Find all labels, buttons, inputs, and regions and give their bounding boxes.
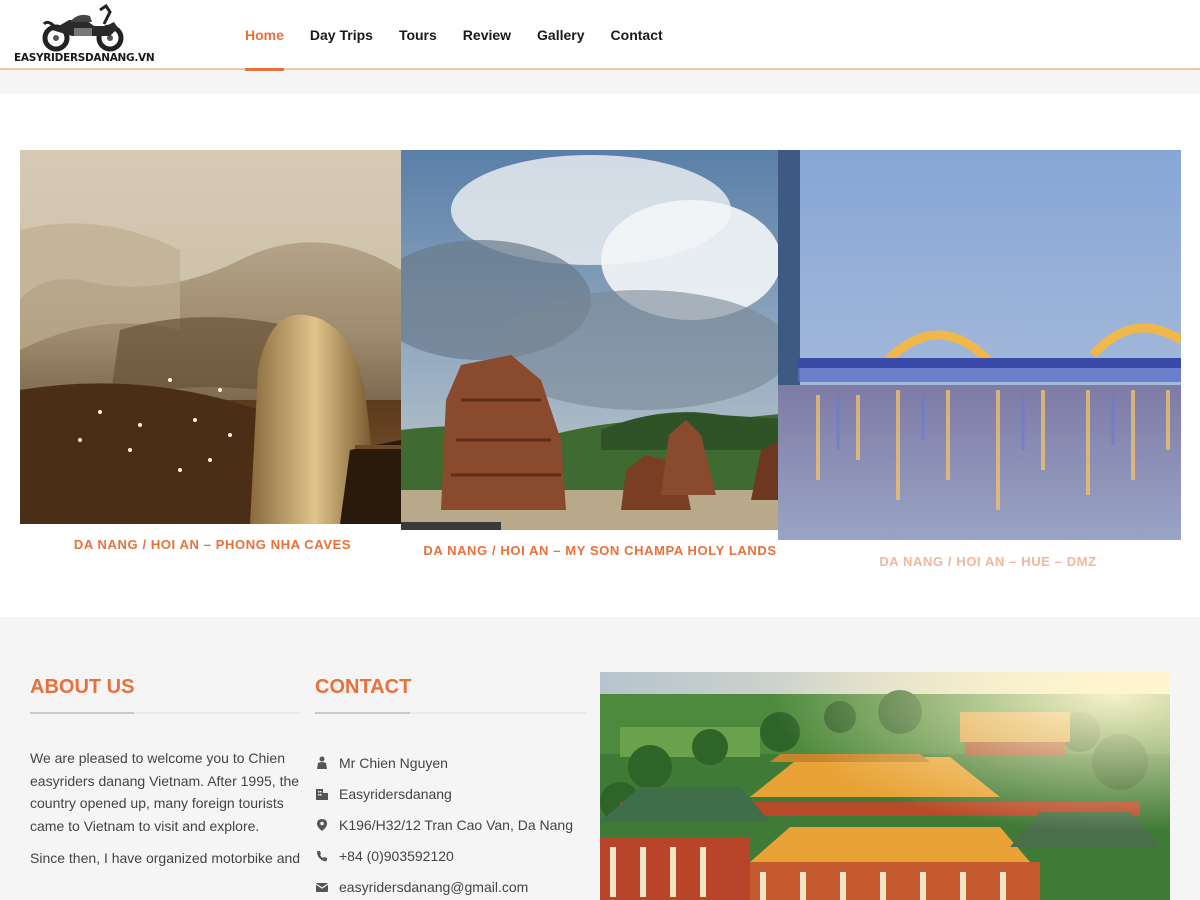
contact-address: K196/H32/12 Tran Cao Van, Da Nang [339, 816, 574, 833]
person-icon [315, 755, 339, 771]
site-logo[interactable]: EASYRIDERSDANANG.VN [14, 2, 155, 68]
site-footer: ABOUT US We are pleased to welcome you t… [0, 617, 1200, 900]
contact-row-name: Mr Chien Nguyen [315, 747, 595, 778]
cave-image [20, 150, 401, 524]
tour-card-phong-nha-caves[interactable] [20, 150, 401, 524]
dragon-bridge-image [778, 150, 1181, 540]
main-nav: Home Day Trips Tours Review Gallery Cont… [232, 0, 676, 71]
about-title-divider [30, 712, 300, 714]
about-paragraph: We are pleased to welcome you to Chien e… [30, 750, 300, 834]
about-title: ABOUT US [30, 676, 135, 698]
tour-card-my-son[interactable] [401, 150, 799, 530]
nav-item-review[interactable]: Review [450, 0, 524, 70]
map-pin-icon [315, 817, 339, 833]
contact-title-divider [315, 712, 587, 714]
contact-row-address: K196/H32/12 Tran Cao Van, Da Nang [315, 809, 595, 840]
hue-citadel-image [600, 672, 1170, 900]
temple-ruins-image [401, 150, 799, 530]
nav-item-contact[interactable]: Contact [598, 0, 676, 70]
nav-item-gallery[interactable]: Gallery [524, 0, 597, 70]
motorbike-icon [42, 3, 124, 52]
contact-phone[interactable]: +84 (0)903592120 [339, 848, 454, 864]
header-strip [0, 72, 1200, 94]
tour-label-my-son[interactable]: DA NANG / HOI AN – MY SON CHAMPA HOLY LA… [401, 543, 799, 558]
nav-item-home[interactable]: Home [232, 0, 297, 71]
about-text: We are pleased to welcome you to Chien e… [30, 747, 302, 880]
tour-label-phong-nha-caves[interactable]: DA NANG / HOI AN – PHONG NHA CAVES [20, 537, 405, 552]
contact-name: Mr Chien Nguyen [339, 754, 448, 771]
contact-title: CONTACT [315, 676, 412, 698]
contact-row-phone[interactable]: +84 (0)903592120 [315, 840, 595, 871]
email-icon [315, 879, 339, 895]
contact-list: Mr Chien Nguyen Easyridersdanang K196/H3… [315, 747, 595, 900]
site-header: EASYRIDERSDANANG.VN Home Day Trips Tours… [0, 0, 1200, 71]
logo-text: EASYRIDERSDANANG.VN [14, 52, 155, 64]
contact-email[interactable]: easyridersdanang@gmail.com [339, 879, 528, 895]
tour-card-hue-dmz[interactable] [778, 150, 1181, 540]
contact-company: Easyridersdanang [339, 785, 452, 802]
phone-icon [315, 848, 339, 864]
contact-row-company: Easyridersdanang [315, 778, 595, 809]
nav-item-day-trips[interactable]: Day Trips [297, 0, 386, 70]
contact-row-email[interactable]: easyridersdanang@gmail.com [315, 871, 595, 900]
building-icon [315, 786, 339, 802]
tour-label-hue-dmz[interactable]: DA NANG / HOI AN – HUE – DMZ [778, 554, 1198, 569]
about-paragraph: Since then, I have organized motorbike a… [30, 850, 301, 866]
nav-item-tours[interactable]: Tours [386, 0, 450, 70]
